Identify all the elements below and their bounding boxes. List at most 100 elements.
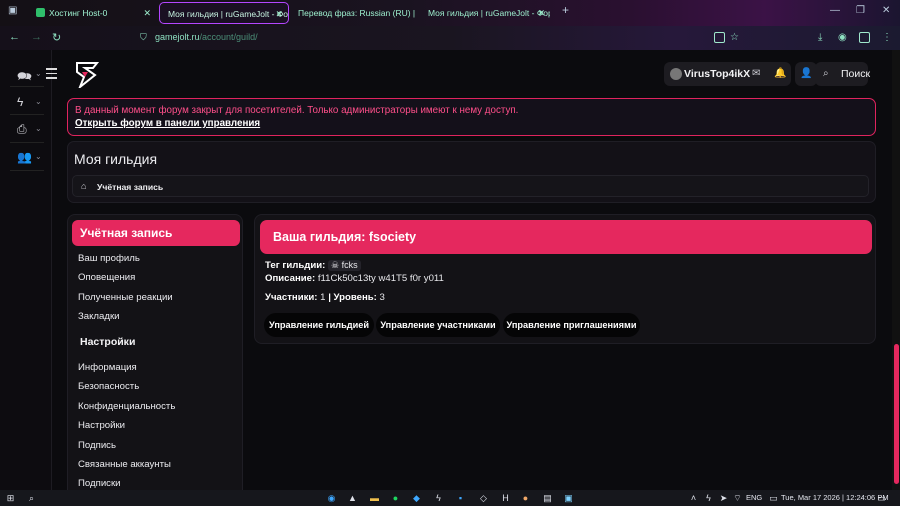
site-logo[interactable] (74, 60, 100, 88)
vscode-icon[interactable]: ◆ (411, 493, 422, 503)
guild-tag-chip: ☠ fcks (328, 260, 361, 271)
url-field[interactable]: gamejolt.ru/account/guild/ (155, 32, 258, 42)
close-icon[interactable]: ✕ (275, 3, 283, 23)
reader-icon[interactable] (714, 32, 725, 43)
sidebar-item-connected-accounts[interactable]: Связанные аккаунты (78, 459, 171, 470)
chevron-down-icon: ⌄ (35, 124, 42, 133)
sidebar-item-info[interactable]: Информация (78, 362, 137, 373)
photoshop-icon[interactable]: ▪ (455, 493, 466, 503)
guild-panel: Ваша гильдия: fsociety Тег гильдии: ☠ fc… (254, 214, 876, 344)
rail-whats-new[interactable]: ϟ ⌄ (17, 95, 45, 111)
app-icon[interactable]: ◇ (478, 493, 489, 503)
home-icon[interactable]: ⌂ (81, 181, 86, 191)
manage-invites-button[interactable]: Управление приглашениями (503, 313, 640, 337)
app-icon[interactable]: ▤ (542, 493, 553, 503)
hamburger-menu-button[interactable] (46, 68, 57, 82)
search-label: Поиск (841, 68, 871, 80)
forward-icon[interactable]: → (31, 31, 42, 43)
back-icon[interactable]: ← (9, 31, 20, 43)
app-icon[interactable]: ● (520, 493, 531, 503)
user-settings-button[interactable]: 👤 (795, 62, 817, 86)
monitor-icon[interactable]: ▭ (768, 493, 779, 503)
sidebar-item-preferences[interactable]: Настройки (78, 420, 125, 431)
spotify-icon[interactable]: ● (390, 493, 401, 503)
tab-label: Моя гильдия | ruGameJolt - Форум (168, 9, 289, 19)
tab-translate[interactable]: Перевод фраз: Russian (RU) | ruGa (290, 2, 418, 24)
rail-divider (10, 114, 44, 115)
url-host: gamejolt.ru (155, 32, 200, 42)
account-icon[interactable]: ◉ (838, 32, 847, 43)
reload-icon[interactable]: ↻ (52, 31, 61, 44)
inbox-icon[interactable]: ✉ (752, 68, 760, 79)
sidebar-item-security[interactable]: Безопасность (78, 381, 139, 392)
rail-divider (10, 170, 44, 171)
open-forum-link[interactable]: Открыть форум в панели управления (75, 118, 260, 129)
menu-icon[interactable]: ⋮ (882, 32, 892, 43)
sidebar-item-privacy[interactable]: Конфиденциальность (78, 401, 175, 412)
chat-icon: 🗪 (17, 69, 32, 83)
breadcrumb: ⌂ Учётная запись (72, 175, 869, 197)
rail-resources[interactable]: ⎙ ⌄ (17, 122, 45, 138)
favicon-icon (36, 8, 45, 17)
app-icon[interactable]: ▣ (563, 493, 574, 503)
guild-level-value: 3 (379, 292, 385, 303)
tab-my-guild[interactable]: Моя гильдия | ruGameJolt - Форум ✕ (159, 2, 289, 24)
sidebar-item-reactions[interactable]: Полученные реакции (78, 292, 173, 303)
language-indicator[interactable]: ENG (746, 493, 762, 502)
workspaces-icon[interactable]: ▣ (8, 5, 17, 16)
search-icon: ⌕ (823, 68, 829, 79)
notice-text: В данный момент форум закрыт для посетит… (75, 105, 519, 116)
guild-tag-label: Тег гильдии: (265, 260, 326, 271)
forum-closed-notice: В данный момент форум закрыт для посетит… (67, 98, 876, 136)
tab-my-guild-2[interactable]: Моя гильдия | ruGameJolt - Форум ✕ (420, 2, 550, 24)
sidebar-item-signature[interactable]: Подпись (78, 440, 116, 451)
guild-tag-value: fcks (341, 260, 358, 270)
sidebar-item-profile[interactable]: Ваш профиль (78, 253, 140, 264)
minimize-icon[interactable]: — (830, 5, 840, 16)
tab-hosting[interactable]: Хостинг Host-0 ✕ (28, 2, 156, 24)
bell-icon[interactable]: 🔔 (774, 68, 786, 79)
app-icon[interactable]: H (500, 493, 511, 503)
maximize-icon[interactable]: ❐ (856, 5, 865, 16)
close-window-icon[interactable]: ✕ (882, 5, 890, 16)
tray-app-icon[interactable]: ϟ (703, 493, 714, 503)
scrollbar-thumb[interactable] (894, 344, 899, 484)
bookmark-star-icon[interactable]: ☆ (730, 32, 739, 43)
guild-description-value: f11Ck50c13ty w41T5 f0r y011 (317, 273, 444, 284)
sidebar-item-bookmarks[interactable]: Закладки (78, 311, 120, 322)
guild-members-label: Участники: (265, 292, 318, 303)
new-tab-button[interactable]: + (562, 3, 569, 17)
chevron-down-icon: ⌄ (35, 97, 42, 106)
user-menu[interactable]: VirusTop4ikX ✉ 🔔 (664, 62, 791, 86)
notifications-icon[interactable]: ▭ (876, 493, 887, 503)
search-button[interactable]: ⌕ Поиск (815, 62, 871, 86)
app-icon[interactable]: ϟ (433, 493, 444, 503)
sidebar-header: Учётная запись (72, 220, 240, 246)
chevron-up-icon[interactable]: ˄ (688, 493, 699, 503)
download-icon[interactable]: ⤓ (818, 32, 822, 43)
sidebar-item-following[interactable]: Подписки (78, 478, 121, 489)
skull-icon: ☠ (331, 260, 340, 270)
page-title-box: Моя гильдия ⌂ Учётная запись (67, 141, 876, 203)
clock[interactable]: Tue, Mar 17 2026 | 12:24:06 PM (781, 493, 889, 502)
manage-members-button[interactable]: Управление участниками (376, 313, 500, 337)
rail-members[interactable]: 👥 ⌄ (17, 150, 45, 166)
site-info-icon[interactable]: ⛉ (140, 32, 147, 43)
guild-description-row: Описание: f11Ck50c13ty w41T5 f0r y011 (265, 273, 444, 284)
windows-start-icon[interactable]: ⊞ (5, 493, 16, 503)
manage-guild-button[interactable]: Управление гильдией (264, 313, 374, 337)
breadcrumb-account-link[interactable]: Учётная запись (97, 182, 163, 192)
folder-icon[interactable]: ▬ (369, 493, 380, 503)
telegram-icon[interactable]: ➤ (718, 493, 729, 503)
browser-app-icon[interactable]: ◉ (326, 493, 337, 503)
app-icon[interactable]: ▲ (347, 493, 358, 503)
search-icon[interactable]: ⌕ (26, 493, 37, 503)
sidebar-item-alerts[interactable]: Оповещения (78, 272, 135, 283)
close-icon[interactable]: ✕ (143, 2, 151, 24)
guild-tag-row: Тег гильдии: ☠ fcks (265, 260, 361, 271)
rail-forums[interactable]: 🗪 ⌄ (17, 67, 45, 83)
chevron-down-icon: ⌄ (35, 152, 42, 161)
close-icon[interactable]: ✕ (537, 2, 545, 24)
network-icon[interactable]: ⌔ (732, 493, 743, 503)
extensions-icon[interactable] (859, 32, 870, 43)
